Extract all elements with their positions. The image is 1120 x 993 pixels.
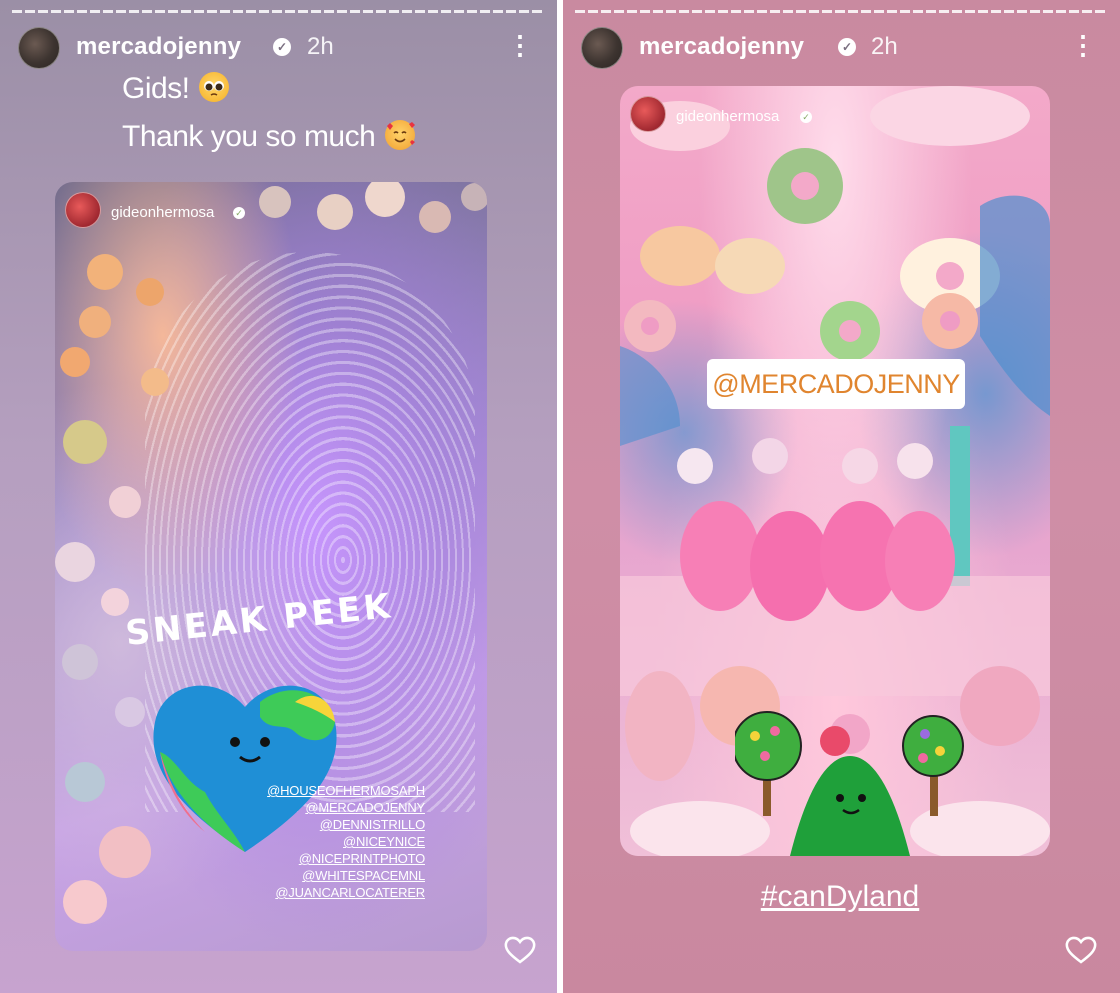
hashtag-link[interactable]: #canDyland	[740, 880, 940, 914]
mention-link[interactable]: @WHITESPACEMNL	[267, 867, 425, 884]
card-avatar[interactable]	[65, 192, 101, 228]
mention-link[interactable]: @DENNISTRILLO	[267, 816, 425, 833]
like-heart-icon[interactable]	[503, 933, 537, 967]
avatar[interactable]	[581, 27, 623, 69]
more-options-icon[interactable]: ⋮	[1070, 32, 1096, 58]
story-progress-bar	[12, 10, 545, 13]
shared-story-card[interactable]: gideonhermosa ✓ SNEAK PEEK @HOUSEOFHERMO…	[55, 182, 487, 951]
avatar[interactable]	[18, 27, 60, 69]
card-username[interactable]: gideonhermosa	[676, 108, 779, 125]
flower-canopy-image	[259, 182, 487, 233]
candy-tree-sticker-icon	[735, 711, 964, 856]
mention-link[interactable]: @MERCADOJENNY	[267, 799, 425, 816]
caption-text: Gids!	[122, 72, 190, 105]
mention-link[interactable]: @JUANCARLOCATERER	[267, 884, 425, 901]
mention-sticker-text: @MERCADOJENNY	[712, 369, 960, 399]
verified-badge-icon: ✓	[273, 38, 291, 56]
card-username[interactable]: gideonhermosa	[111, 204, 214, 221]
mention-sticker[interactable]: @MERCADOJENNY	[707, 359, 965, 409]
smiling-face-with-hearts-emoji-icon	[385, 120, 416, 150]
story-timestamp: 2h	[871, 33, 898, 60]
story-username[interactable]: mercadojenny	[639, 33, 804, 61]
like-heart-icon[interactable]	[1064, 933, 1098, 967]
pleading-face-emoji-icon	[199, 72, 230, 102]
card-verified-badge-icon: ✓	[233, 207, 245, 219]
card-verified-badge-icon: ✓	[800, 111, 812, 123]
story-panel-1[interactable]: mercadojenny ✓ 2h ⋮ Gids! Thank you so m…	[0, 0, 557, 993]
mention-link[interactable]: @HOUSEOFHERMOSAPH	[267, 782, 425, 799]
caption-line-2: Thank you so much	[122, 120, 416, 154]
card-avatar[interactable]	[630, 96, 666, 132]
mention-link[interactable]: @NICEYNICE	[267, 833, 425, 850]
shared-story-card[interactable]: gideonhermosa ✓	[620, 86, 1050, 856]
caption-text: Thank you so much	[122, 120, 376, 153]
more-options-icon[interactable]: ⋮	[507, 32, 533, 58]
story-progress-bar	[575, 10, 1108, 13]
mention-list: @HOUSEOFHERMOSAPH @MERCADOJENNY @DENNIST…	[267, 782, 425, 901]
story-username[interactable]: mercadojenny	[76, 33, 241, 61]
mention-link[interactable]: @NICEPRINTPHOTO	[267, 850, 425, 867]
caption-line-1: Gids!	[122, 72, 230, 106]
story-timestamp: 2h	[307, 33, 334, 60]
verified-badge-icon: ✓	[838, 38, 856, 56]
